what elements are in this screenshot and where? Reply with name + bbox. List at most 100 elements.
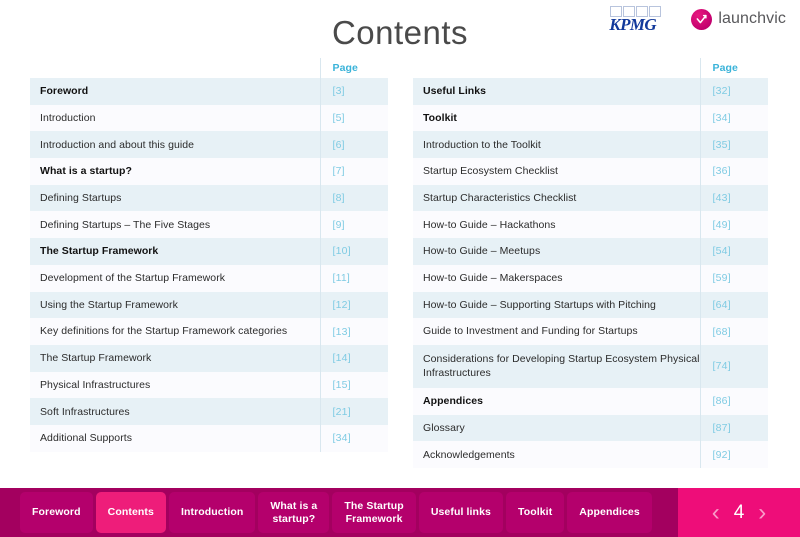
table-header-row: Page — [413, 58, 768, 78]
toc-row[interactable]: Appendices [86] — [413, 387, 768, 415]
nav-tab-introduction[interactable]: Introduction — [168, 492, 256, 533]
toc-table-right: Page Useful Links [32] Toolkit [34] Introduc… — [413, 58, 768, 468]
toc-entry-title: What is a startup? — [30, 158, 320, 185]
logo-group: KPMG launchvic — [609, 6, 786, 34]
toc-entry-page: [9] — [319, 211, 388, 239]
pagination-control: ‹ 4 › — [678, 488, 800, 537]
toc-rows-left: Foreword [3] Introduction [5] Introduction a… — [30, 78, 388, 452]
toc-row[interactable]: Development of the Startup Framework [11] — [30, 264, 388, 292]
toc-entry-page: [35] — [699, 131, 768, 159]
toc-entry-page: [3] — [319, 78, 388, 105]
toc-entry-title: Appendices — [413, 387, 700, 415]
toc-entry-page: [49] — [699, 211, 768, 239]
previous-page-icon[interactable]: ‹ — [712, 500, 720, 525]
toc-entry-page: [34] — [699, 104, 768, 132]
launchvic-logo: launchvic — [691, 8, 786, 30]
toc-row[interactable]: Useful Links [32] — [413, 78, 768, 105]
toc-row[interactable]: The Startup Framework [14] — [30, 344, 388, 372]
toc-row[interactable]: Introduction and about this guide [6] — [30, 131, 388, 159]
toc-entry-page: [64] — [699, 291, 768, 319]
toc-entry-title: How-to Guide – Makerspaces — [413, 264, 700, 292]
toc-row[interactable]: Guide to Investment and Funding for Star… — [413, 318, 768, 345]
toc-entry-page: [8] — [319, 184, 388, 212]
toc-entry-page: [6] — [319, 131, 388, 159]
toc-entry-title: Glossary — [413, 414, 700, 442]
toc-entry-page: [54] — [699, 238, 768, 265]
toc-entry-page: [14] — [319, 344, 388, 372]
next-page-icon[interactable]: › — [758, 500, 766, 525]
toc-row[interactable]: Considerations for Developing Startup Ec… — [413, 344, 768, 388]
toc-row[interactable]: What is a startup? [7] — [30, 158, 388, 185]
toc-entry-title: The Startup Framework — [30, 344, 320, 372]
nav-tab-what-is-a-startup[interactable]: What is a startup? — [258, 492, 330, 533]
toc-entry-page: [34] — [319, 424, 388, 452]
toc-column-right: Page Useful Links [32] Toolkit [34] Introduc… — [413, 58, 768, 468]
toc-entry-title: Startup Characteristics Checklist — [413, 184, 700, 212]
toc-entry-title: Guide to Investment and Funding for Star… — [413, 318, 700, 345]
toc-entry-page: [86] — [699, 387, 768, 415]
toc-row[interactable]: How-to Guide – Supporting Startups with … — [413, 291, 768, 319]
contents-slide: Contents KPMG launchvic Page Foreword [3… — [0, 0, 800, 537]
toc-row[interactable]: Toolkit [34] — [413, 104, 768, 132]
toc-entry-title: Physical Infrastructures — [30, 371, 320, 399]
toc-entry-page: [36] — [699, 158, 768, 185]
toc-row[interactable]: Physical Infrastructures [15] — [30, 371, 388, 399]
toc-entry-title: Foreword — [30, 78, 320, 105]
toc-entry-page: [7] — [319, 158, 388, 185]
toc-entry-title: Defining Startups – The Five Stages — [30, 211, 320, 239]
kpmg-wordmark: KPMG — [609, 15, 657, 34]
toc-entry-page: [15] — [319, 371, 388, 399]
title-column-header — [30, 58, 320, 78]
toc-row[interactable]: Introduction to the Toolkit [35] — [413, 131, 768, 159]
toc-row[interactable]: Additional Supports [34] — [30, 424, 388, 452]
toc-row[interactable]: Defining Startups – The Five Stages [9] — [30, 211, 388, 239]
toc-entry-title: Additional Supports — [30, 424, 320, 452]
nav-tab-the-startup-framework[interactable]: The Startup Framework — [332, 492, 416, 533]
toc-entry-title: Introduction and about this guide — [30, 131, 320, 159]
nav-tab-foreword[interactable]: Foreword — [20, 492, 93, 533]
toc-entry-page: [13] — [319, 318, 388, 345]
toc-row[interactable]: Startup Characteristics Checklist [43] — [413, 184, 768, 212]
toc-entry-page: [12] — [319, 291, 388, 319]
table-of-contents: Page Foreword [3] Introduction [5] Introduct… — [0, 58, 800, 468]
toc-row[interactable]: How-to Guide – Makerspaces [59] — [413, 264, 768, 292]
toc-entry-page: [32] — [699, 78, 768, 105]
nav-tab-list: Foreword Contents Introduction What is a st… — [0, 492, 652, 533]
toc-row[interactable]: Glossary [87] — [413, 414, 768, 442]
toc-row[interactable]: Key definitions for the Startup Framewor… — [30, 318, 388, 345]
toc-row[interactable]: How-to Guide – Hackathons [49] — [413, 211, 768, 239]
toc-entry-title: Development of the Startup Framework — [30, 264, 320, 292]
slide-header: Contents KPMG launchvic — [0, 0, 800, 58]
nav-tab-toolkit[interactable]: Toolkit — [505, 492, 565, 533]
toc-row[interactable]: Introduction [5] — [30, 104, 388, 132]
page-column-header: Page — [319, 58, 388, 78]
nav-tab-useful-links[interactable]: Useful links — [418, 492, 503, 533]
toc-row[interactable]: Foreword [3] — [30, 78, 388, 105]
toc-entry-page: [92] — [699, 441, 768, 468]
toc-entry-page: [68] — [699, 318, 768, 345]
toc-row[interactable]: Defining Startups [8] — [30, 184, 388, 212]
toc-entry-title: Soft Infrastructures — [30, 398, 320, 425]
toc-column-left: Page Foreword [3] Introduction [5] Introduct… — [30, 58, 388, 468]
toc-entry-page: [59] — [699, 264, 768, 292]
toc-entry-title: Defining Startups — [30, 184, 320, 212]
toc-row[interactable]: Using the Startup Framework [12] — [30, 291, 388, 319]
toc-entry-title: Key definitions for the Startup Framewor… — [30, 318, 320, 345]
nav-tab-appendices[interactable]: Appendices — [567, 492, 652, 533]
toc-entry-title: Startup Ecosystem Checklist — [413, 158, 700, 185]
toc-entry-title: The Startup Framework — [30, 238, 320, 265]
toc-row[interactable]: Startup Ecosystem Checklist [36] — [413, 158, 768, 185]
nav-tab-contents[interactable]: Contents — [95, 492, 166, 533]
toc-entry-page: [10] — [319, 238, 388, 265]
toc-row[interactable]: Acknowledgements [92] — [413, 441, 768, 468]
toc-row[interactable]: How-to Guide – Meetups [54] — [413, 238, 768, 265]
toc-entry-page: [21] — [319, 398, 388, 425]
toc-entry-title: Toolkit — [413, 104, 700, 132]
toc-row[interactable]: Soft Infrastructures [21] — [30, 398, 388, 425]
toc-row[interactable]: The Startup Framework [10] — [30, 238, 388, 265]
page-column-header: Page — [699, 58, 768, 78]
toc-entry-title: Acknowledgements — [413, 441, 700, 468]
toc-entry-page: [5] — [319, 104, 388, 132]
toc-entry-title: Introduction to the Toolkit — [413, 131, 700, 159]
toc-entry-title: How-to Guide – Hackathons — [413, 211, 700, 239]
